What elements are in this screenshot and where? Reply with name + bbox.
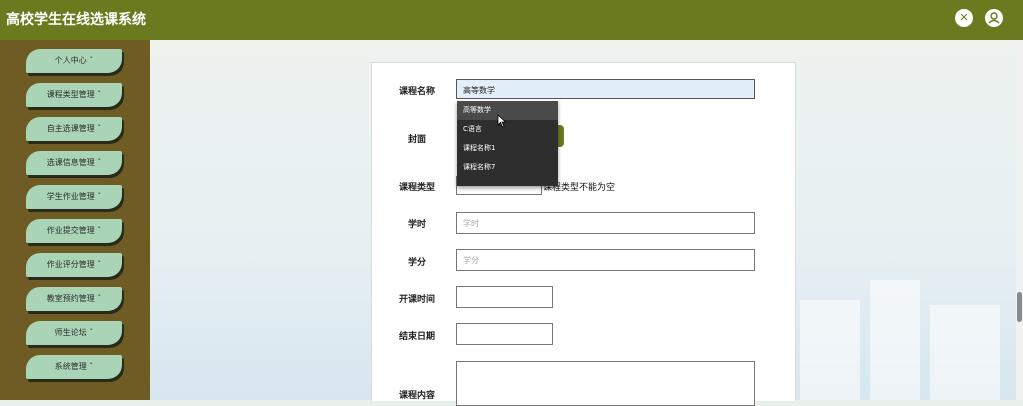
scrollbar[interactable] [1016, 40, 1023, 400]
autocomplete-option[interactable]: C语言 [457, 120, 558, 139]
scrollbar-thumb[interactable] [1017, 292, 1022, 322]
content-label: 课程内容 [399, 391, 436, 401]
start-time-input[interactable] [456, 286, 553, 308]
fullscreen-icon[interactable]: ✕ [955, 9, 973, 27]
sidebar-item-self-selection[interactable]: 自主选课管理 ˇ [26, 117, 122, 141]
autocomplete-option[interactable]: 课程名称7 [457, 158, 558, 177]
sidebar-item-system[interactable]: 系统管理 ˇ [26, 355, 122, 379]
autocomplete-option[interactable]: 高等数学 [457, 101, 558, 120]
cover-label: 封面 [408, 135, 427, 145]
course-name-label: 课程名称 [399, 87, 436, 97]
course-name-input[interactable]: 高等数学 [456, 79, 755, 99]
mouse-cursor-icon [497, 114, 507, 128]
start-time-label: 开课时间 [399, 295, 436, 305]
credits-label: 学分 [408, 258, 427, 268]
sidebar-item-classroom[interactable]: 教室预约管理 ˇ [26, 287, 122, 311]
end-date-input[interactable] [456, 323, 553, 345]
sidebar-item-grading[interactable]: 作业评分管理 ˇ [26, 253, 122, 277]
sidebar-item-personal-center[interactable]: 个人中心 ˇ [26, 49, 122, 73]
credits-input[interactable]: 学分 [456, 249, 755, 271]
sidebar-item-forum[interactable]: 师生论坛 ˇ [26, 321, 122, 345]
top-bar: 高校学生在线选课系统 ✕ [0, 0, 1023, 40]
sidebar-item-selection-info[interactable]: 选课信息管理 ˇ [26, 151, 122, 175]
content-textarea[interactable] [456, 361, 755, 406]
autocomplete-dropdown: 高等数学 C语言 课程名称1 课程名称7 [457, 101, 558, 186]
autocomplete-option[interactable]: 课程名称1 [457, 139, 558, 158]
end-date-label: 结束日期 [399, 332, 436, 342]
app-title: 高校学生在线选课系统 [6, 12, 146, 28]
hours-input[interactable]: 学时 [456, 212, 755, 234]
sidebar-item-homework[interactable]: 学生作业管理 ˇ [26, 185, 122, 209]
sidebar-item-submission[interactable]: 作业提交管理 ˇ [26, 219, 122, 243]
sidebar-item-course-type[interactable]: 课程类型管理 ˇ [26, 83, 122, 107]
sidebar: 个人中心 ˇ 课程类型管理 ˇ 自主选课管理 ˇ 选课信息管理 ˇ 学生作业管理… [0, 40, 150, 400]
hours-label: 学时 [408, 220, 427, 230]
course-type-label: 课程类型 [399, 183, 436, 193]
user-icon[interactable] [985, 9, 1003, 27]
